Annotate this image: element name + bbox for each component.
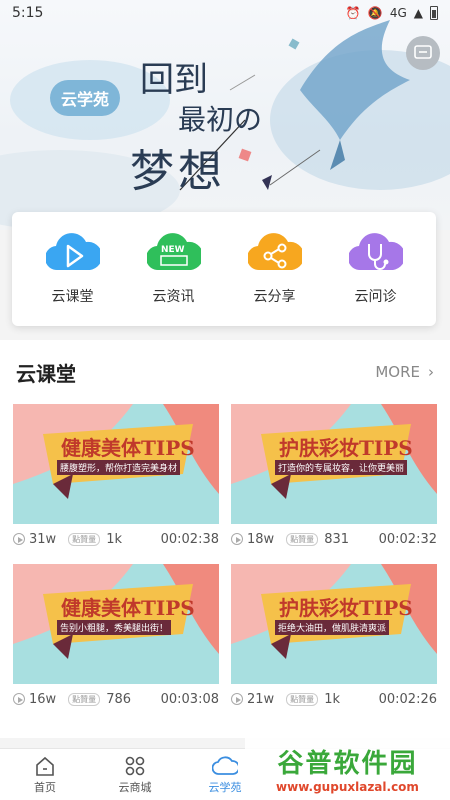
- status-bar: 5:15 ⏰ 🔕 4G ▲: [0, 0, 450, 26]
- watermark-url: www.gupuxlazal.com: [276, 779, 419, 794]
- course-subtitle: 拒绝大油田，做肌肤清爽派: [275, 620, 390, 635]
- quick-item-course[interactable]: 云课堂: [28, 232, 118, 306]
- more-label: MORE: [375, 363, 420, 381]
- hero-badge: 云学苑: [50, 80, 120, 116]
- course-likes: 1k: [106, 531, 122, 547]
- quick-item-consult[interactable]: 云问诊: [331, 232, 421, 306]
- course-card[interactable]: 护肤彩妆TIPS 打造你的专属妆容，让你更美丽 18w 點贊量 831 00:0…: [231, 404, 437, 554]
- course-thumbnail[interactable]: 护肤彩妆TIPS 打造你的专属妆容，让你更美丽: [231, 404, 437, 524]
- course-title: 护肤彩妆TIPS: [279, 596, 413, 620]
- course-thumbnail[interactable]: 健康美体TIPS 告别小粗腿，秀美腿出街！: [13, 564, 219, 684]
- tab-mall-label: 云商城: [118, 780, 152, 794]
- network-label: 4G: [389, 6, 407, 20]
- course-grid: 健康美体TIPS 腰腹塑形，帮你打造完美身材 31w 點贊量 1k 00:02:…: [13, 404, 437, 714]
- course-card[interactable]: 护肤彩妆TIPS 拒绝大油田，做肌肤清爽派 21w 點贊量 1k 00:02:2…: [231, 564, 437, 714]
- play-icon: [231, 693, 243, 705]
- likes-badge: 點贊量: [68, 532, 101, 546]
- course-subtitle: 腰腹塑形，帮你打造完美身材: [57, 460, 181, 475]
- course-title: 健康美体TIPS: [61, 436, 195, 460]
- quick-label-course: 云课堂: [51, 289, 94, 305]
- chevron-right-icon: ›: [428, 363, 434, 381]
- course-duration: 00:03:08: [160, 691, 219, 707]
- play-icon: [231, 533, 243, 545]
- quick-label-share: 云分享: [253, 289, 296, 305]
- cloud-icon: [212, 755, 238, 775]
- course-title: 健康美体TIPS: [61, 596, 195, 620]
- hero-title-line2: 最初の: [178, 103, 263, 136]
- course-meta: 31w 點贊量 1k 00:02:38: [13, 524, 219, 554]
- course-card[interactable]: 健康美体TIPS 腰腹塑形，帮你打造完美身材 31w 點贊量 1k 00:02:…: [13, 404, 219, 554]
- course-duration: 00:02:38: [160, 531, 219, 547]
- alarm-icon: ⏰: [345, 6, 361, 20]
- course-meta: 21w 點贊量 1k 00:02:26: [231, 684, 437, 714]
- course-meta: 18w 點贊量 831 00:02:32: [231, 524, 437, 554]
- course-duration: 00:02:26: [378, 691, 437, 707]
- tab-home-label: 首页: [34, 780, 56, 794]
- quick-item-share[interactable]: 云分享: [230, 232, 320, 306]
- course-likes: 786: [106, 691, 132, 707]
- likes-badge: 點贊量: [68, 692, 101, 706]
- news-badge-text: NEW: [161, 245, 185, 255]
- course-card[interactable]: 健康美体TIPS 告别小粗腿，秀美腿出街！ 16w 點贊量 786 00:03:…: [13, 564, 219, 714]
- more-link[interactable]: MORE ›: [375, 363, 434, 381]
- course-thumbnail[interactable]: 护肤彩妆TIPS 拒绝大油田，做肌肤清爽派: [231, 564, 437, 684]
- course-likes: 1k: [324, 691, 340, 707]
- section-title: 云课堂: [16, 361, 76, 386]
- section-header: 云课堂 MORE ›: [0, 352, 450, 392]
- message-icon: [414, 45, 432, 59]
- hero-banner[interactable]: 云学苑 回到 最初の 梦想: [0, 0, 450, 230]
- course-views: 18w: [247, 531, 275, 547]
- quick-label-consult: 云问诊: [354, 289, 397, 305]
- mall-icon: [125, 756, 145, 775]
- likes-badge: 點贊量: [286, 532, 319, 546]
- watermark-main: 谷普软件园: [277, 748, 418, 779]
- quick-label-news: 云资讯: [152, 289, 195, 305]
- watermark: 谷普软件园 www.gupuxlazal.com: [245, 736, 450, 800]
- hero-title-line3: 梦想: [130, 146, 226, 197]
- course-views: 31w: [29, 531, 57, 547]
- status-icons: ⏰ 🔕 4G ▲: [346, 6, 438, 20]
- share-cloud-icon: [247, 233, 302, 271]
- tab-home[interactable]: 首页: [0, 749, 90, 800]
- course-views: 21w: [247, 691, 275, 707]
- signal-icon: ▲: [413, 6, 423, 20]
- course-subtitle: 打造你的专属妆容，让你更美丽: [275, 460, 408, 475]
- mute-icon: 🔕: [367, 6, 383, 20]
- play-icon: [13, 533, 25, 545]
- play-cloud-icon: [45, 233, 100, 271]
- home-icon: [36, 756, 54, 776]
- hero-title-line1: 回到: [140, 60, 208, 100]
- stethoscope-cloud-icon: [348, 233, 403, 271]
- tab-mall[interactable]: 云商城: [90, 749, 180, 800]
- course-duration: 00:02:32: [378, 531, 437, 547]
- status-time: 5:15: [12, 5, 44, 21]
- quick-menu: 云课堂 NEW 云资讯 云分享 云问诊: [12, 212, 436, 326]
- course-title: 护肤彩妆TIPS: [279, 436, 413, 460]
- quick-item-news[interactable]: NEW 云资讯: [129, 232, 219, 306]
- battery-icon: [430, 6, 438, 20]
- news-cloud-icon: NEW: [146, 233, 201, 271]
- course-views: 16w: [29, 691, 57, 707]
- tab-academy-label: 云学苑: [208, 780, 242, 794]
- course-meta: 16w 點贊量 786 00:03:08: [13, 684, 219, 714]
- course-subtitle: 告别小粗腿，秀美腿出街！: [57, 620, 172, 635]
- likes-badge: 點贊量: [286, 692, 319, 706]
- course-thumbnail[interactable]: 健康美体TIPS 腰腹塑形，帮你打造完美身材: [13, 404, 219, 524]
- course-likes: 831: [324, 531, 350, 547]
- play-icon: [13, 693, 25, 705]
- message-button[interactable]: [406, 36, 440, 70]
